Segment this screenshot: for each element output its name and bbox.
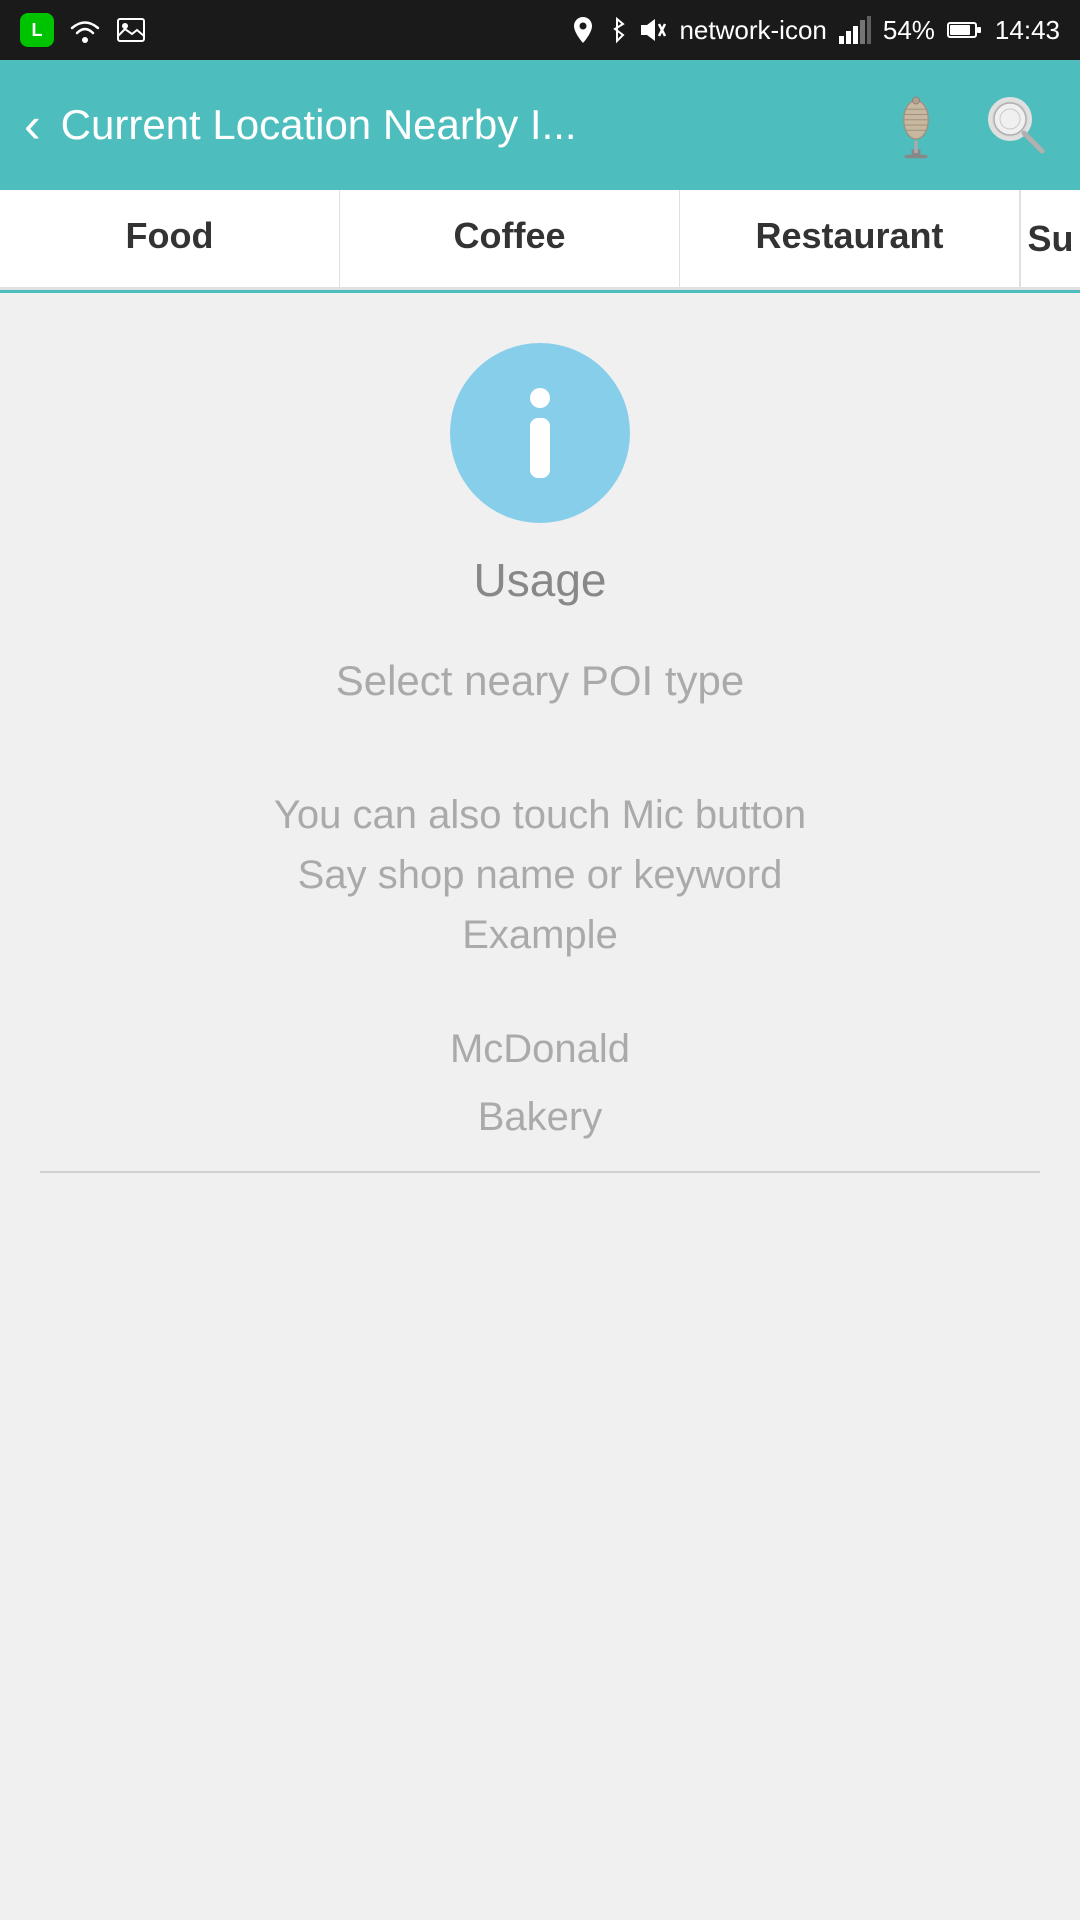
status-bar: L network-icon: [0, 0, 1080, 60]
network-type-text: network-icon: [679, 15, 826, 46]
bluetooth-icon: [607, 15, 627, 45]
back-button[interactable]: ‹: [24, 100, 41, 150]
instruction-text: You can also touch Mic button Say shop n…: [274, 785, 806, 965]
status-bar-left-icons: L: [20, 13, 146, 47]
app-bar-actions: [876, 85, 1056, 165]
signal-icon: [839, 16, 871, 44]
app-bar: ‹ Current Location Nearby I...: [0, 60, 1080, 190]
app-bar-left: ‹ Current Location Nearby I...: [24, 100, 876, 150]
tab-restaurant[interactable]: Restaurant: [680, 190, 1020, 287]
location-icon: [571, 15, 595, 45]
line-app-icon: L: [20, 13, 54, 47]
tab-bar: Food Coffee Restaurant Su: [0, 190, 1080, 290]
tab-more[interactable]: Su: [1020, 190, 1080, 287]
info-icon-circle: [450, 343, 630, 523]
tab-food[interactable]: Food: [0, 190, 340, 287]
wifi-icon: [68, 15, 102, 45]
usage-title: Usage: [474, 553, 607, 607]
status-bar-right-icons: network-icon 54% 14:43: [571, 15, 1060, 46]
mic-button[interactable]: [876, 85, 956, 165]
example-text: McDonald Bakery: [450, 1015, 630, 1151]
main-content: Usage Select neary POI type You can also…: [0, 293, 1080, 1293]
search-button[interactable]: [976, 85, 1056, 165]
content-divider: [40, 1171, 1040, 1173]
select-poi-text: Select neary POI type: [336, 657, 745, 705]
battery-icon: [947, 20, 983, 40]
image-icon: [116, 16, 146, 44]
mute-icon: [639, 16, 667, 44]
battery-percent-text: 54%: [883, 15, 935, 46]
app-bar-title: Current Location Nearby I...: [61, 101, 577, 149]
clock-text: 14:43: [995, 15, 1060, 46]
tab-coffee[interactable]: Coffee: [340, 190, 680, 287]
